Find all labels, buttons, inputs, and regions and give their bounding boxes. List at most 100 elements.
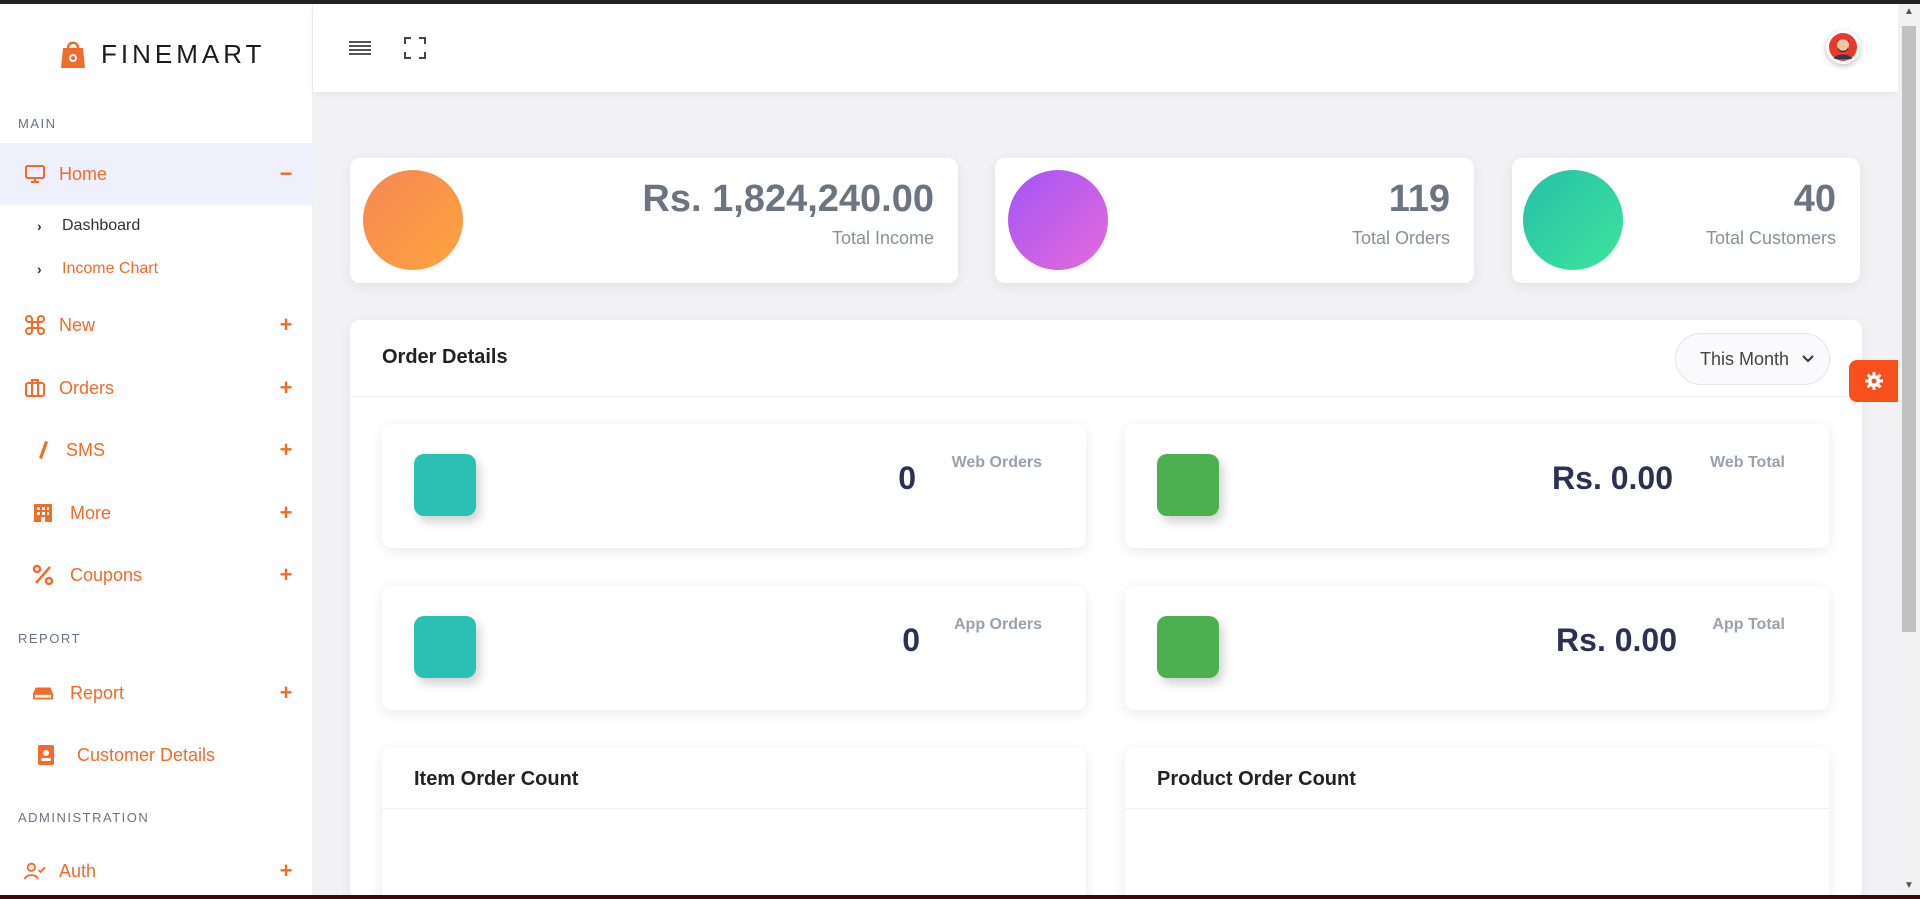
sidebar-item-more[interactable]: More + xyxy=(0,491,313,535)
app-orders-label: App Orders xyxy=(953,616,1042,633)
collapse-icon[interactable]: − xyxy=(276,161,296,187)
sidebar-item-auth[interactable]: Auth + xyxy=(0,849,313,893)
sidebar-item-new[interactable]: New + xyxy=(0,303,313,347)
stat-circle xyxy=(1523,170,1623,270)
expand-icon[interactable]: + xyxy=(276,680,296,706)
product-order-count-card: Product Order Count xyxy=(1125,748,1829,899)
order-details-panel: Order Details This Month 0 Web Orders Rs… xyxy=(350,320,1862,899)
scroll-up-icon[interactable]: ▲ xyxy=(1904,6,1914,17)
stat-card-total-orders: 119 Total Orders xyxy=(995,158,1474,283)
sidebar-item-home[interactable]: Home − xyxy=(0,143,313,205)
sidebar-item-label: Report xyxy=(70,682,125,703)
chevron-right-icon: › xyxy=(37,261,42,277)
sidebar-subitem-income-chart[interactable]: › Income Chart xyxy=(0,254,313,284)
fullscreen-icon[interactable] xyxy=(401,34,429,62)
sidebar-item-sms[interactable]: SMS + xyxy=(0,428,313,472)
hdd-icon xyxy=(32,682,54,704)
sidebar-subitem-label: Dashboard xyxy=(62,217,141,234)
stat-label: Total Customers xyxy=(1705,228,1836,248)
stat-value: 40 xyxy=(1793,178,1836,220)
settings-toggle-button[interactable] xyxy=(1849,360,1898,402)
sidebar-subitem-dashboard[interactable]: › Dashboard xyxy=(0,211,313,241)
section-label-administration: ADMINISTRATION xyxy=(18,810,150,825)
sidebar-item-label: New xyxy=(59,314,96,335)
divider xyxy=(1125,808,1829,809)
expand-icon[interactable]: + xyxy=(276,437,296,463)
stat-card-total-income: Rs. 1,824,240.00 Total Income xyxy=(350,158,958,283)
contact-card-icon xyxy=(35,744,57,766)
percent-icon xyxy=(32,564,54,586)
sidebar-item-label: Coupons xyxy=(70,564,143,585)
user-avatar[interactable] xyxy=(1826,30,1860,64)
panel-title: Order Details xyxy=(382,346,508,368)
sidebar-item-report[interactable]: Report + xyxy=(0,671,313,715)
card-title: Item Order Count xyxy=(414,768,579,790)
stat-label: Total Orders xyxy=(1351,228,1450,248)
pen-icon xyxy=(32,439,54,461)
section-label-report: REPORT xyxy=(18,631,81,646)
stat-label: Total Income xyxy=(831,228,934,248)
expand-icon[interactable]: + xyxy=(276,562,296,588)
web-total-label: Web Total xyxy=(1710,454,1785,471)
scroll-thumb[interactable] xyxy=(1902,26,1916,632)
color-swatch xyxy=(414,616,476,678)
app-total-label: App Total xyxy=(1712,616,1785,633)
period-select-value: This Month xyxy=(1700,348,1790,369)
sidebar-item-label: Customer Details xyxy=(77,744,216,765)
app-orders-card: 0 App Orders xyxy=(382,586,1086,710)
chevron-down-icon xyxy=(1802,355,1814,363)
command-icon xyxy=(24,314,46,336)
sidebar-item-label: Home xyxy=(59,163,108,184)
sidebar-item-label: Orders xyxy=(59,377,115,398)
brand-name: FINEMART xyxy=(101,38,266,69)
window-bottom-border xyxy=(0,895,1920,899)
section-label-main: MAIN xyxy=(18,116,57,131)
building-icon xyxy=(32,502,54,524)
web-orders-value: 0 xyxy=(898,460,916,496)
sidebar-item-orders[interactable]: Orders + xyxy=(0,366,313,410)
web-total-value: Rs. 0.00 xyxy=(1552,460,1673,496)
card-title: Product Order Count xyxy=(1157,768,1356,790)
divider xyxy=(382,808,1086,809)
sidebar: FINEMART MAIN Home − › Dashboard › Incom… xyxy=(0,4,313,895)
color-swatch xyxy=(1157,454,1219,516)
app-orders-value: 0 xyxy=(902,622,920,658)
expand-icon[interactable]: + xyxy=(276,500,296,526)
stat-value: 119 xyxy=(1388,178,1450,220)
sidebar-item-label: Auth xyxy=(59,860,97,881)
page-scrollbar[interactable]: ▲ ▼ xyxy=(1898,4,1920,895)
chevron-right-icon: › xyxy=(37,218,42,234)
sidebar-item-customer-details[interactable]: Customer Details xyxy=(0,733,313,777)
color-swatch xyxy=(1157,616,1219,678)
app-total-card: Rs. 0.00 App Total xyxy=(1125,586,1829,710)
sidebar-subitem-label: Income Chart xyxy=(62,260,159,277)
expand-icon[interactable]: + xyxy=(276,312,296,338)
hamburger-icon[interactable] xyxy=(346,34,374,62)
expand-icon[interactable]: + xyxy=(276,375,296,401)
divider xyxy=(350,396,1862,397)
monitor-icon xyxy=(24,163,46,185)
sidebar-item-label: More xyxy=(70,502,112,523)
briefcase-icon xyxy=(24,377,46,399)
web-total-card: Rs. 0.00 Web Total xyxy=(1125,424,1829,548)
user-check-icon xyxy=(24,860,46,882)
gear-icon xyxy=(1864,372,1883,390)
stat-circle xyxy=(1008,170,1108,270)
scroll-down-icon[interactable]: ▼ xyxy=(1904,880,1914,891)
user-avatar-icon xyxy=(1829,33,1857,61)
color-swatch xyxy=(414,454,476,516)
expand-icon[interactable]: + xyxy=(276,858,296,884)
stat-card-total-customers: 40 Total Customers xyxy=(1512,158,1860,283)
top-header xyxy=(313,4,1898,92)
app-total-value: Rs. 0.00 xyxy=(1556,622,1677,658)
web-orders-card: 0 Web Orders xyxy=(382,424,1086,548)
stat-circle xyxy=(363,170,463,270)
item-order-count-card: Item Order Count xyxy=(382,748,1086,899)
period-select[interactable]: This Month xyxy=(1675,333,1830,385)
shopping-bag-icon xyxy=(61,41,85,68)
brand-logo[interactable]: FINEMART xyxy=(55,36,265,72)
web-orders-label: Web Orders xyxy=(951,454,1042,471)
stat-value: Rs. 1,824,240.00 xyxy=(642,178,934,220)
sidebar-item-coupons[interactable]: Coupons + xyxy=(0,553,313,597)
sidebar-item-label: SMS xyxy=(66,439,106,460)
